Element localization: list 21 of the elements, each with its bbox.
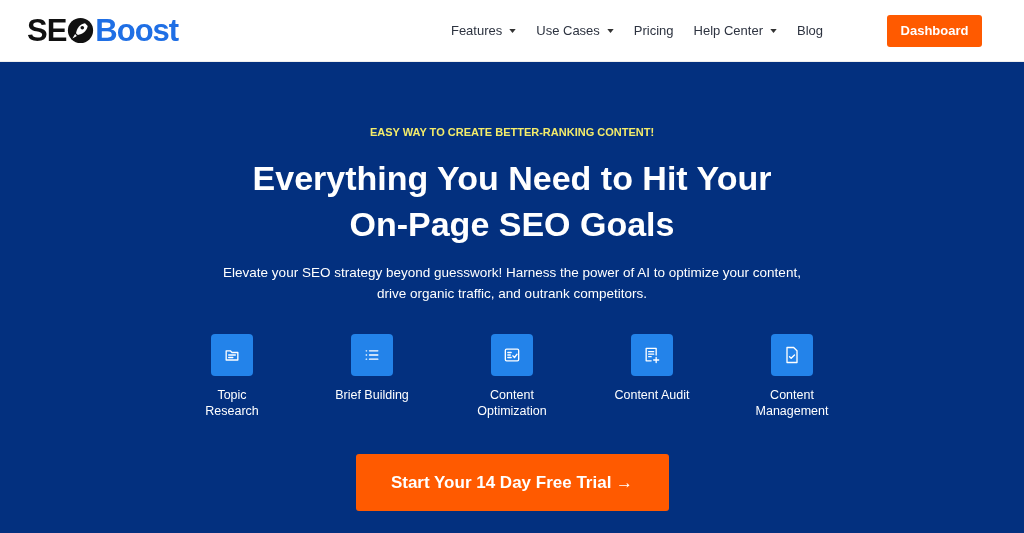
feature-icon xyxy=(351,334,393,376)
logo-text: SE xyxy=(27,12,67,49)
rocket-icon xyxy=(67,17,95,44)
feature-label: Content Optimization xyxy=(477,387,547,419)
feature-label: Brief Building xyxy=(335,387,409,403)
hero-description: Elevate your SEO strategy beyond guesswork! Harness the power of AI to optimize your content, drive organic traffic, and outrank competitors. xyxy=(223,264,801,303)
logo-text: Boost xyxy=(95,12,179,49)
feature-label: Topic Research xyxy=(205,387,259,419)
hero-heading: Everything You Need to Hit Your On-Page SEO Goals xyxy=(252,158,772,245)
nav-link[interactable]: Pricing xyxy=(633,23,674,38)
feature-icon xyxy=(491,334,533,376)
nav-link[interactable]: Blog xyxy=(796,23,823,38)
nav-link[interactable]: Use Cases xyxy=(536,23,614,38)
feature-label: Content Audit xyxy=(614,387,690,403)
nav-link[interactable]: Features xyxy=(450,23,517,38)
tagline: EASY WAY TO CREATE BETTER-RANKING CONTENT! xyxy=(369,126,655,138)
feature-icon xyxy=(631,334,673,376)
feature-icon xyxy=(211,334,253,376)
feature-label: Content Management xyxy=(755,387,829,419)
nav-link[interactable]: Help Center xyxy=(693,23,777,38)
feature-icon xyxy=(771,334,813,376)
